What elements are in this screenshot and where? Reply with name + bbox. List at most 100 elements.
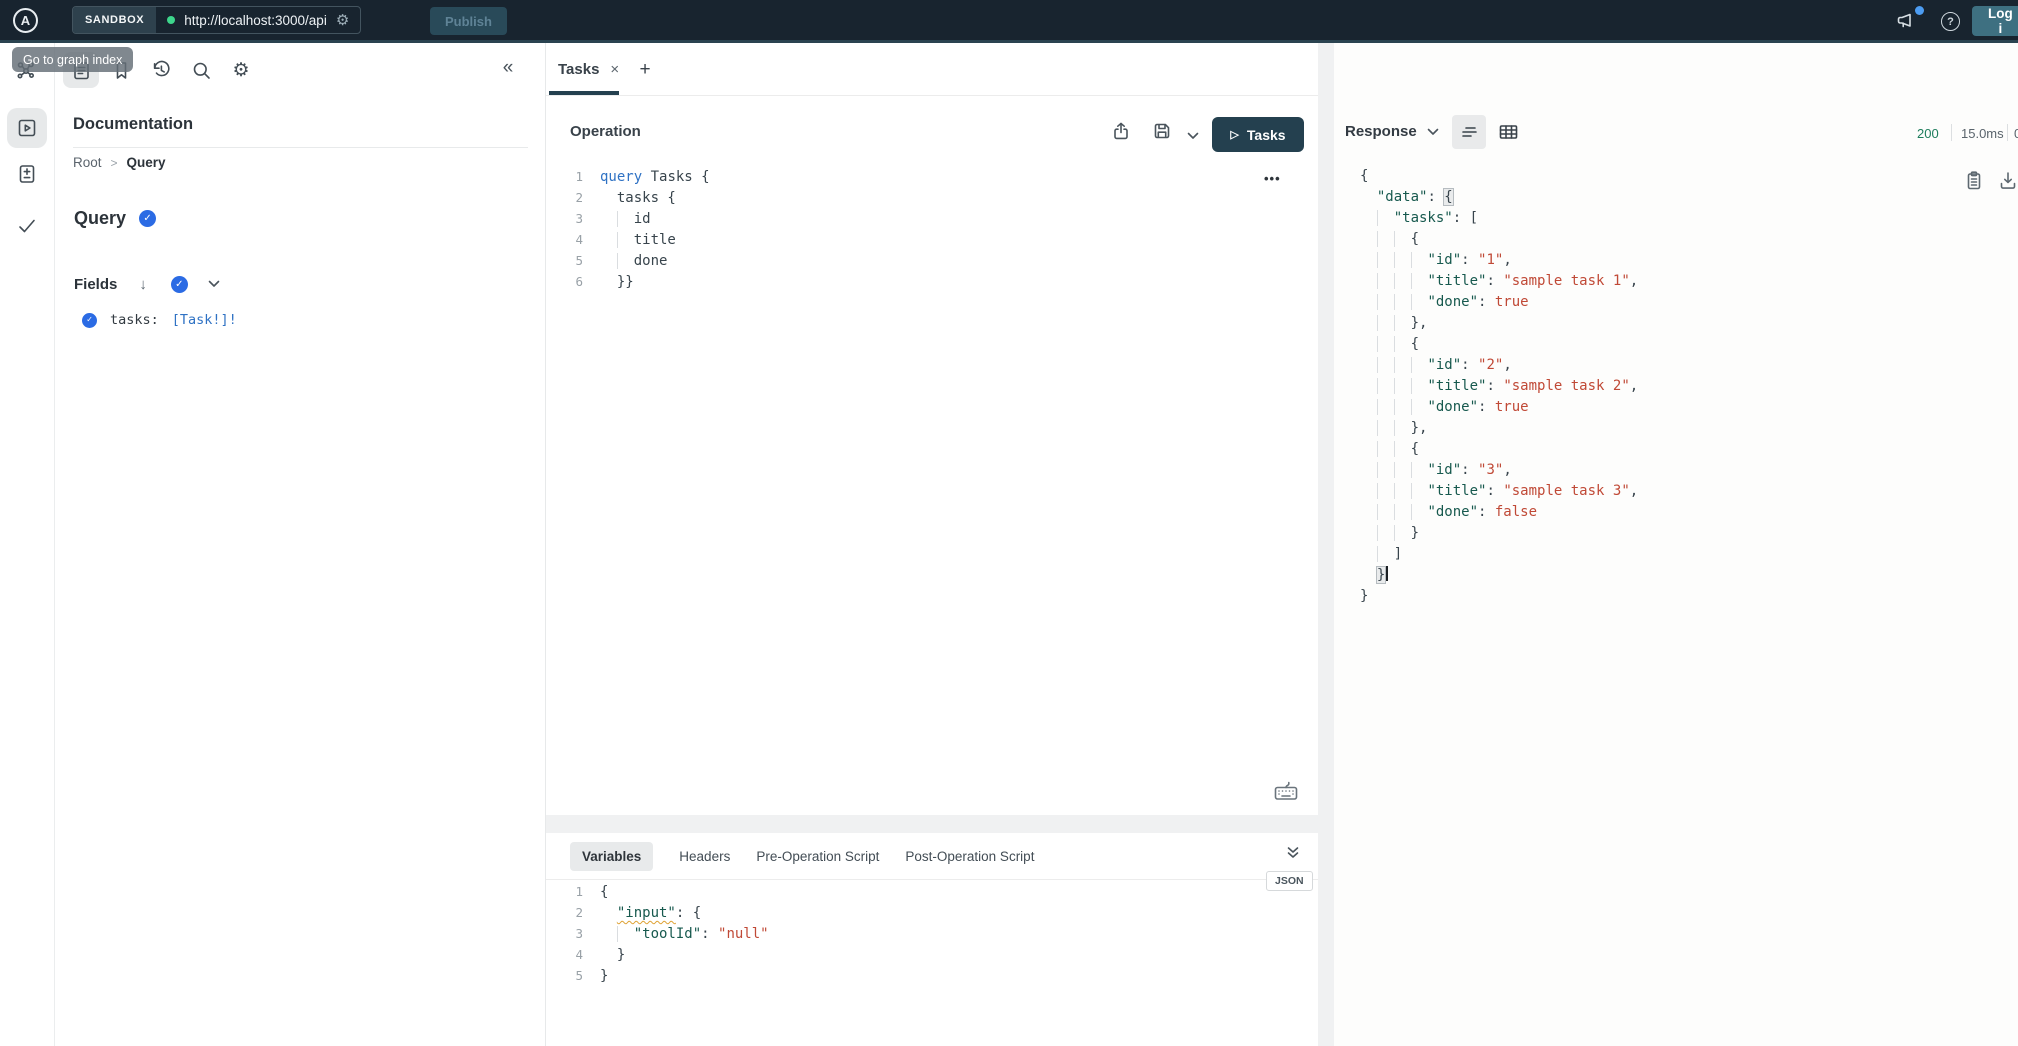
code-line: "tasks": [ bbox=[1360, 208, 1638, 229]
code-line: "done": false bbox=[1360, 502, 1638, 523]
code-line: 3 id bbox=[560, 208, 710, 229]
json-mode-badge: JSON bbox=[1266, 871, 1313, 891]
type-name: Query bbox=[74, 208, 126, 229]
breadcrumb-separator: > bbox=[111, 156, 118, 170]
breadcrumb-root[interactable]: Root bbox=[73, 155, 102, 170]
variables-editor[interactable]: 1{2 "input": {3 "toolId": "null"4 }5} bbox=[560, 881, 769, 986]
code-line: "title": "sample task 3", bbox=[1360, 481, 1638, 502]
notification-dot bbox=[1915, 6, 1924, 15]
type-heading: Query ✓ bbox=[74, 208, 156, 229]
operation-editor[interactable]: 1query Tasks {2 tasks {3 id4 title5 done… bbox=[560, 166, 710, 292]
editor-tab-headers[interactable]: Headers bbox=[679, 849, 730, 864]
code-line: ] bbox=[1360, 544, 1638, 565]
apollo-sandbox-app: A SANDBOX http://localhost:3000/api ⚙ Pu… bbox=[0, 0, 2018, 1046]
code-line: 4 } bbox=[560, 944, 769, 965]
endpoint-settings-gear-icon[interactable]: ⚙ bbox=[336, 13, 349, 28]
breadcrumb-current: Query bbox=[127, 155, 166, 170]
sidebar: ⚙ « Go to graph index Documentation Root… bbox=[0, 43, 546, 1046]
line-number: 2 bbox=[560, 187, 600, 208]
active-tab-underline bbox=[549, 91, 619, 95]
settings-gear-icon[interactable]: ⚙ bbox=[223, 52, 259, 88]
line-number: 1 bbox=[560, 881, 600, 902]
endpoint-url[interactable]: http://localhost:3000/api bbox=[184, 13, 327, 28]
save-options-chevron-icon[interactable] bbox=[1187, 127, 1199, 145]
code-line: "done": true bbox=[1360, 397, 1638, 418]
text-view-toggle[interactable] bbox=[1452, 115, 1486, 149]
announcements-megaphone-icon[interactable] bbox=[1895, 10, 1917, 37]
check-badge-icon: ✓ bbox=[139, 210, 156, 227]
response-editor[interactable]: { "data": { "tasks": [ { "id": "1", "tit… bbox=[1360, 166, 1638, 607]
tab-tasks[interactable]: Tasks × bbox=[558, 43, 619, 96]
close-tab-icon[interactable]: × bbox=[610, 61, 619, 78]
collapse-sidebar-icon[interactable]: « bbox=[493, 53, 523, 83]
sort-down-icon[interactable]: ↓ bbox=[139, 276, 147, 293]
code-line: 1{ bbox=[560, 881, 769, 902]
code-line: 5 done bbox=[560, 250, 710, 271]
chevron-down-icon[interactable] bbox=[208, 275, 220, 293]
line-number: 2 bbox=[560, 902, 600, 923]
run-operation-button[interactable]: ▷ Tasks bbox=[1212, 117, 1304, 152]
field-name[interactable]: tasks: bbox=[110, 312, 159, 328]
response-size-partial: 0 bbox=[2014, 126, 2018, 141]
graph-ref-picker: SANDBOX http://localhost:3000/api ⚙ bbox=[72, 6, 361, 34]
fields-list: ✓ tasks: [Task!]! bbox=[0, 309, 545, 331]
code-line: 2 "input": { bbox=[560, 902, 769, 923]
status-code: 200 bbox=[1917, 126, 1939, 141]
keyboard-shortcuts-icon[interactable] bbox=[1274, 779, 1298, 806]
line-number: 1 bbox=[560, 166, 600, 187]
login-button[interactable]: Log i bbox=[1972, 6, 2018, 36]
table-view-toggle[interactable] bbox=[1498, 122, 1519, 147]
collapse-editor-icon[interactable] bbox=[1286, 846, 1300, 865]
response-time: 15.0ms bbox=[1961, 126, 2004, 141]
tab-label[interactable]: Tasks bbox=[558, 61, 599, 78]
fields-header: Fields ↓ ✓ bbox=[74, 275, 220, 293]
code-line: "id": "3", bbox=[1360, 460, 1638, 481]
code-line: "done": true bbox=[1360, 292, 1638, 313]
env-badge: SANDBOX bbox=[73, 7, 156, 33]
play-icon: ▷ bbox=[1230, 128, 1238, 141]
endpoint-url-button[interactable]: http://localhost:3000/api ⚙ bbox=[156, 7, 360, 33]
publish-button[interactable]: Publish bbox=[430, 7, 507, 35]
run-button-label: Tasks bbox=[1247, 127, 1286, 143]
stat-separator bbox=[2007, 124, 2008, 141]
operation-panel: Tasks × + Operation ▷ Tasks 1query Tasks… bbox=[546, 43, 1318, 1046]
editor-tabs: Variables Headers Pre-Operation Script Post… bbox=[546, 833, 1318, 880]
line-number: 4 bbox=[560, 944, 600, 965]
code-line: { bbox=[1360, 439, 1638, 460]
search-icon[interactable] bbox=[183, 52, 219, 88]
copy-response-icon[interactable] bbox=[1964, 170, 1984, 196]
response-title: Response bbox=[1345, 123, 1417, 140]
stat-separator bbox=[1951, 124, 1952, 141]
chevron-down-icon bbox=[1427, 128, 1439, 136]
code-line: }, bbox=[1360, 313, 1638, 334]
save-icon[interactable] bbox=[1152, 121, 1172, 146]
help-icon[interactable]: ? bbox=[1941, 12, 1960, 31]
rail-item-schema-diff[interactable] bbox=[9, 156, 45, 192]
line-number: 6 bbox=[560, 271, 600, 292]
code-line: 4 title bbox=[560, 229, 710, 250]
rail-item-checks[interactable] bbox=[9, 208, 45, 244]
history-icon[interactable] bbox=[143, 52, 179, 88]
editor-tab-post-operation-script[interactable]: Post-Operation Script bbox=[905, 849, 1034, 864]
field-type-link[interactable]: [Task!]! bbox=[172, 312, 237, 328]
editor-tab-variables[interactable]: Variables bbox=[570, 842, 653, 871]
field-row[interactable]: ✓ tasks: [Task!]! bbox=[82, 309, 545, 331]
code-line: "title": "sample task 1", bbox=[1360, 271, 1638, 292]
code-line: } bbox=[1360, 565, 1638, 586]
tab-bar: Tasks × + bbox=[546, 43, 1318, 96]
share-icon[interactable] bbox=[1111, 121, 1131, 146]
text-view-icon bbox=[1459, 122, 1479, 142]
documentation-title: Documentation bbox=[73, 115, 193, 134]
editor-tab-pre-operation-script[interactable]: Pre-Operation Script bbox=[756, 849, 879, 864]
operation-menu-icon[interactable]: ••• bbox=[1264, 171, 1281, 186]
table-view-icon bbox=[1498, 122, 1519, 142]
fields-label: Fields bbox=[74, 276, 117, 293]
download-response-icon[interactable] bbox=[1998, 170, 2018, 196]
check-badge-icon: ✓ bbox=[82, 313, 97, 328]
rail-item-operations[interactable] bbox=[7, 108, 47, 148]
panel-gap bbox=[1318, 43, 1334, 1046]
response-dropdown[interactable]: Response bbox=[1345, 123, 1439, 140]
tooltip: Go to graph index bbox=[12, 47, 133, 72]
add-tab-icon[interactable]: + bbox=[632, 57, 658, 83]
apollo-logo[interactable]: A bbox=[13, 8, 38, 33]
